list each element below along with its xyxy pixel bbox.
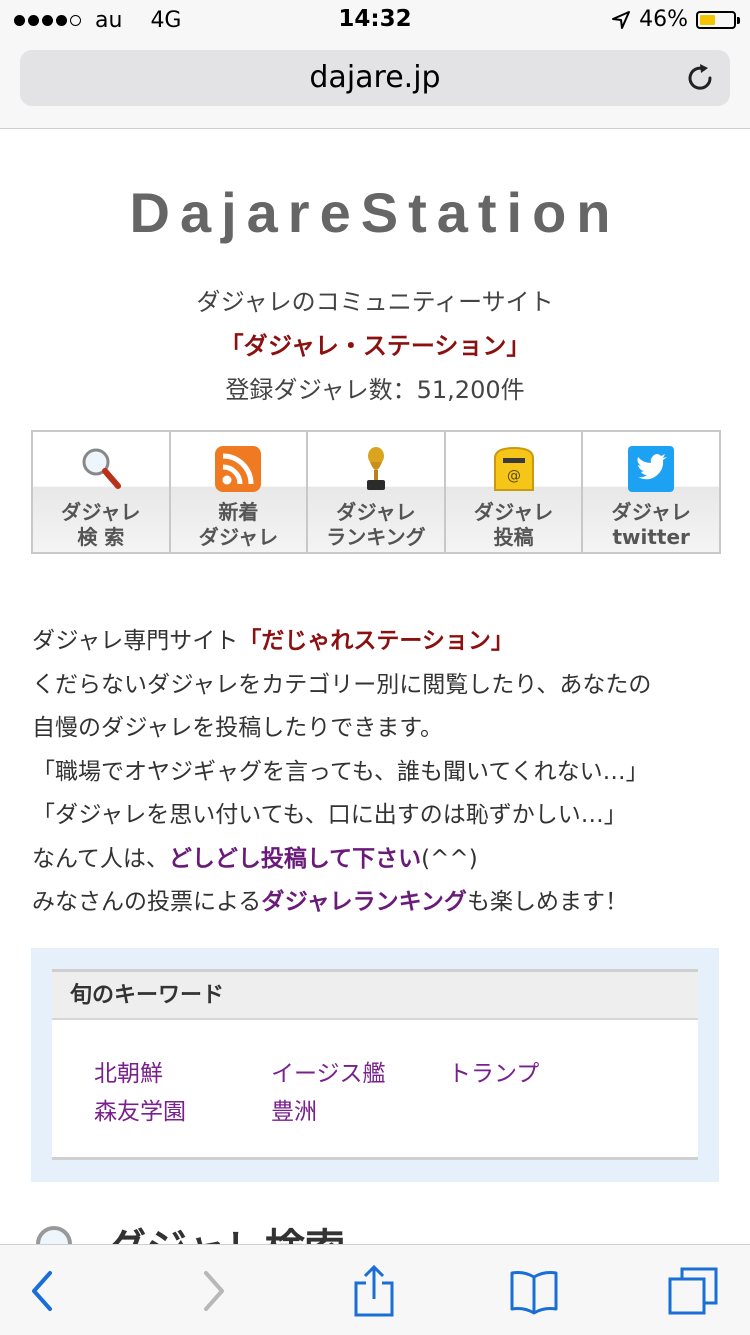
forward-chevron-icon[interactable] xyxy=(186,1265,238,1317)
battery-icon xyxy=(696,10,740,29)
keyword-title: 旬のキーワード xyxy=(52,972,698,1020)
nav-label: ダジャレ ランキング xyxy=(326,500,426,549)
reload-icon[interactable] xyxy=(684,62,716,94)
tabs-icon[interactable] xyxy=(668,1265,720,1317)
search-section-title: ダジャレ検索 xyxy=(106,1222,345,1246)
nav-label: ダジャレ検 索 xyxy=(61,500,141,549)
browser-toolbar xyxy=(0,1244,750,1335)
mailbox-icon: @ xyxy=(493,446,534,491)
desc-line: くだらないダジャレをカテゴリー別に閲覧したり、あなたの xyxy=(32,671,652,698)
status-bar: au 4G 14:32 46% xyxy=(0,0,750,40)
site-tagline: ダジャレのコミュニティーサイト xyxy=(196,288,554,316)
trophy-icon xyxy=(366,447,385,490)
desc-line: 「ダジャレを思い付いても、口に出すのは恥ずかしい…」 xyxy=(32,802,627,828)
nav-post-button[interactable]: @ ダジャレ 投稿 xyxy=(445,432,584,552)
share-icon[interactable] xyxy=(348,1265,400,1317)
nav-twitter-button[interactable]: ダジャレ twitter xyxy=(583,432,719,552)
nav-label: 新着 ダジャレ xyxy=(198,500,279,549)
desc-line: みなさんの投票によるダジャレランキングも楽しめます！ xyxy=(32,889,628,915)
magnifier-icon xyxy=(82,448,121,489)
site-name: 「ダジャレ・ステーション」 xyxy=(219,332,531,360)
desc-line: なんて人は、どしどし投稿して下さい(^^) xyxy=(32,845,478,872)
nav-label: ダジャレ twitter xyxy=(611,500,691,549)
search-section-heading: ダジャレ検索 xyxy=(32,1222,532,1246)
bookmarks-icon[interactable] xyxy=(508,1265,560,1317)
site-logo[interactable]: DajareStation xyxy=(0,180,750,245)
site-name-highlight: 「だじゃれステーション」 xyxy=(238,628,514,654)
location-arrow-icon xyxy=(612,10,631,29)
desc-line: 自慢のダジャレを投稿したりできます。 xyxy=(32,715,444,741)
rss-icon xyxy=(215,446,262,492)
url-text[interactable]: dajare.jp xyxy=(20,60,730,95)
nav-new-button[interactable]: 新着 ダジャレ xyxy=(170,432,309,552)
nav-search-button[interactable]: ダジャレ検 索 xyxy=(33,432,171,552)
desc-line: 「職場でオヤジギャグを言っても、誰も聞いてくれない…」 xyxy=(32,758,649,785)
site-description: ダジャレ専門サイト「だじゃれステーション」 くだらないダジャレをカテゴリー別に閲… xyxy=(32,620,732,925)
keyword-link[interactable]: 北朝鮮 xyxy=(94,1054,163,1088)
twitter-bird-icon xyxy=(628,446,675,492)
registered-count: 登録ダジャレ数：51,200件 xyxy=(225,376,525,404)
back-chevron-icon[interactable] xyxy=(18,1265,70,1317)
keyword-panel: 旬のキーワード 北朝鮮 イージス艦 トランプ 森友学園 豊洲 xyxy=(31,948,719,1182)
address-bar[interactable]: dajare.jp xyxy=(20,50,730,106)
nav-label: ダジャレ 投稿 xyxy=(473,500,554,549)
keyword-link[interactable]: 豊洲 xyxy=(271,1092,317,1126)
status-right: 46% xyxy=(611,7,740,32)
ranking-link[interactable]: ダジャレランキング xyxy=(261,889,467,915)
keyword-link[interactable]: イージス艦 xyxy=(271,1054,386,1088)
nav-ranking-button[interactable]: ダジャレ ランキング xyxy=(308,432,446,552)
browser-address-area: dajare.jp xyxy=(0,40,750,129)
desc-line: ダジャレ専門サイト「だじゃれステーション」 xyxy=(32,628,514,654)
keyword-link[interactable]: 森友学園 xyxy=(94,1092,186,1126)
battery-percent: 46% xyxy=(639,7,688,32)
main-nav: ダジャレ検 索 新着 ダジャレ ダジャレ ランキング @ ダジャレ 投稿 ダジャ… xyxy=(31,430,721,554)
search-section-icon xyxy=(36,1226,72,1246)
battery-level-fill xyxy=(700,14,715,25)
keyword-box: 旬のキーワード 北朝鮮 イージス艦 トランプ 森友学園 豊洲 xyxy=(52,969,698,1160)
post-link[interactable]: どしどし投稿して下さい xyxy=(169,846,421,872)
keyword-link[interactable]: トランプ xyxy=(448,1054,539,1088)
svg-text:@: @ xyxy=(507,468,521,484)
